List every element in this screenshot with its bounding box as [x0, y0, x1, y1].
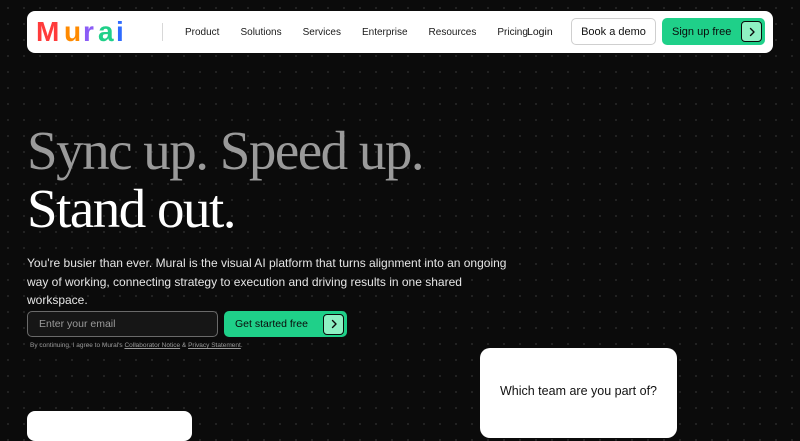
logo-letter-m: M: [36, 19, 59, 45]
book-demo-button[interactable]: Book a demo: [571, 18, 656, 45]
nav-link-resources[interactable]: Resources: [429, 27, 477, 38]
nav-link-enterprise[interactable]: Enterprise: [362, 27, 408, 38]
get-started-label: Get started free: [235, 318, 308, 330]
headline-line-2: Stand out.: [27, 178, 237, 239]
mural-logo[interactable]: M u r a i: [36, 19, 144, 45]
nav-link-solutions[interactable]: Solutions: [240, 27, 281, 38]
sign-up-label: Sign up free: [672, 25, 732, 38]
legal-prefix: By continuing, I agree to Mural's: [30, 342, 123, 349]
logo-letter-a: a: [98, 19, 114, 45]
nav-link-product[interactable]: Product: [185, 27, 219, 38]
privacy-statement-link[interactable]: Privacy Statement: [188, 342, 241, 349]
chevron-right-icon: [323, 313, 344, 335]
hero-headline: Sync up. Speed up. Stand out.: [27, 120, 425, 239]
login-link[interactable]: Login: [527, 11, 553, 53]
logo-letter-u: u: [64, 19, 81, 45]
email-input[interactable]: [27, 311, 218, 337]
get-started-button[interactable]: Get started free: [224, 311, 347, 337]
logo-letter-i: i: [116, 19, 124, 45]
book-demo-label: Book a demo: [581, 25, 646, 38]
logo-letter-r: r: [83, 19, 94, 45]
chevron-right-icon: [741, 21, 762, 42]
collaborator-notice-link[interactable]: Collaborator Notice: [124, 342, 180, 349]
headline-line-1: Sync up. Speed up.: [27, 120, 425, 181]
partial-card: [27, 411, 192, 441]
top-navigation: M u r a i Product Solutions Services Ent…: [27, 11, 773, 53]
hero-subtext: You're busier than ever. Mural is the vi…: [27, 256, 507, 307]
team-question: Which team are you part of?: [499, 384, 658, 398]
sign-up-button[interactable]: Sign up free: [662, 18, 765, 45]
nav-divider: [162, 23, 163, 41]
team-selector-card: Which team are you part of?: [480, 348, 677, 438]
nav-link-services[interactable]: Services: [303, 27, 341, 38]
nav-link-pricing[interactable]: Pricing: [497, 27, 528, 38]
legal-notice: By continuing, I agree to Mural's Collab…: [30, 342, 243, 349]
legal-ampersand: &: [181, 342, 187, 349]
legal-end: .: [240, 342, 243, 349]
nav-links: Product Solutions Services Enterprise Re…: [185, 11, 549, 53]
